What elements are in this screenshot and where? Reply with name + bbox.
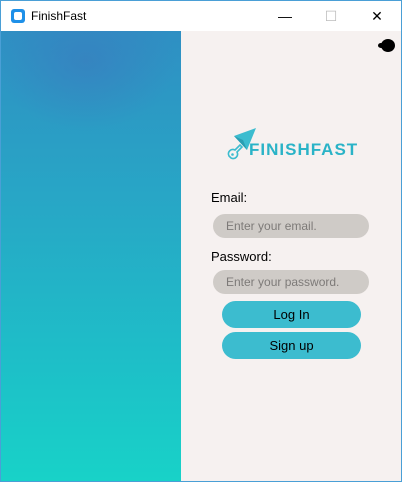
blob-decoration xyxy=(378,39,395,52)
password-label: Password: xyxy=(211,249,272,264)
maximize-button[interactable]: ☐ xyxy=(308,1,354,31)
password-field[interactable] xyxy=(213,270,369,294)
minimize-button[interactable]: — xyxy=(262,1,308,31)
signup-button[interactable]: Sign up xyxy=(222,332,361,359)
title-bar[interactable]: FinishFast — ☐ ✕ xyxy=(1,1,401,31)
email-field[interactable] xyxy=(213,214,369,238)
window-title: FinishFast xyxy=(31,9,87,23)
login-button[interactable]: Log In xyxy=(222,301,361,328)
app-window: FinishFast — ☐ ✕ FINISHFAST Email: Passw… xyxy=(0,0,402,482)
close-button[interactable]: ✕ xyxy=(354,1,400,31)
brand-logo: FINISHFAST xyxy=(223,126,363,166)
app-icon xyxy=(11,9,25,23)
logo-text: FINISHFAST xyxy=(249,140,359,159)
login-panel: FINISHFAST Email: Password: Log In Sign … xyxy=(181,31,401,481)
email-label: Email: xyxy=(211,190,248,205)
gradient-side-panel xyxy=(1,31,181,481)
